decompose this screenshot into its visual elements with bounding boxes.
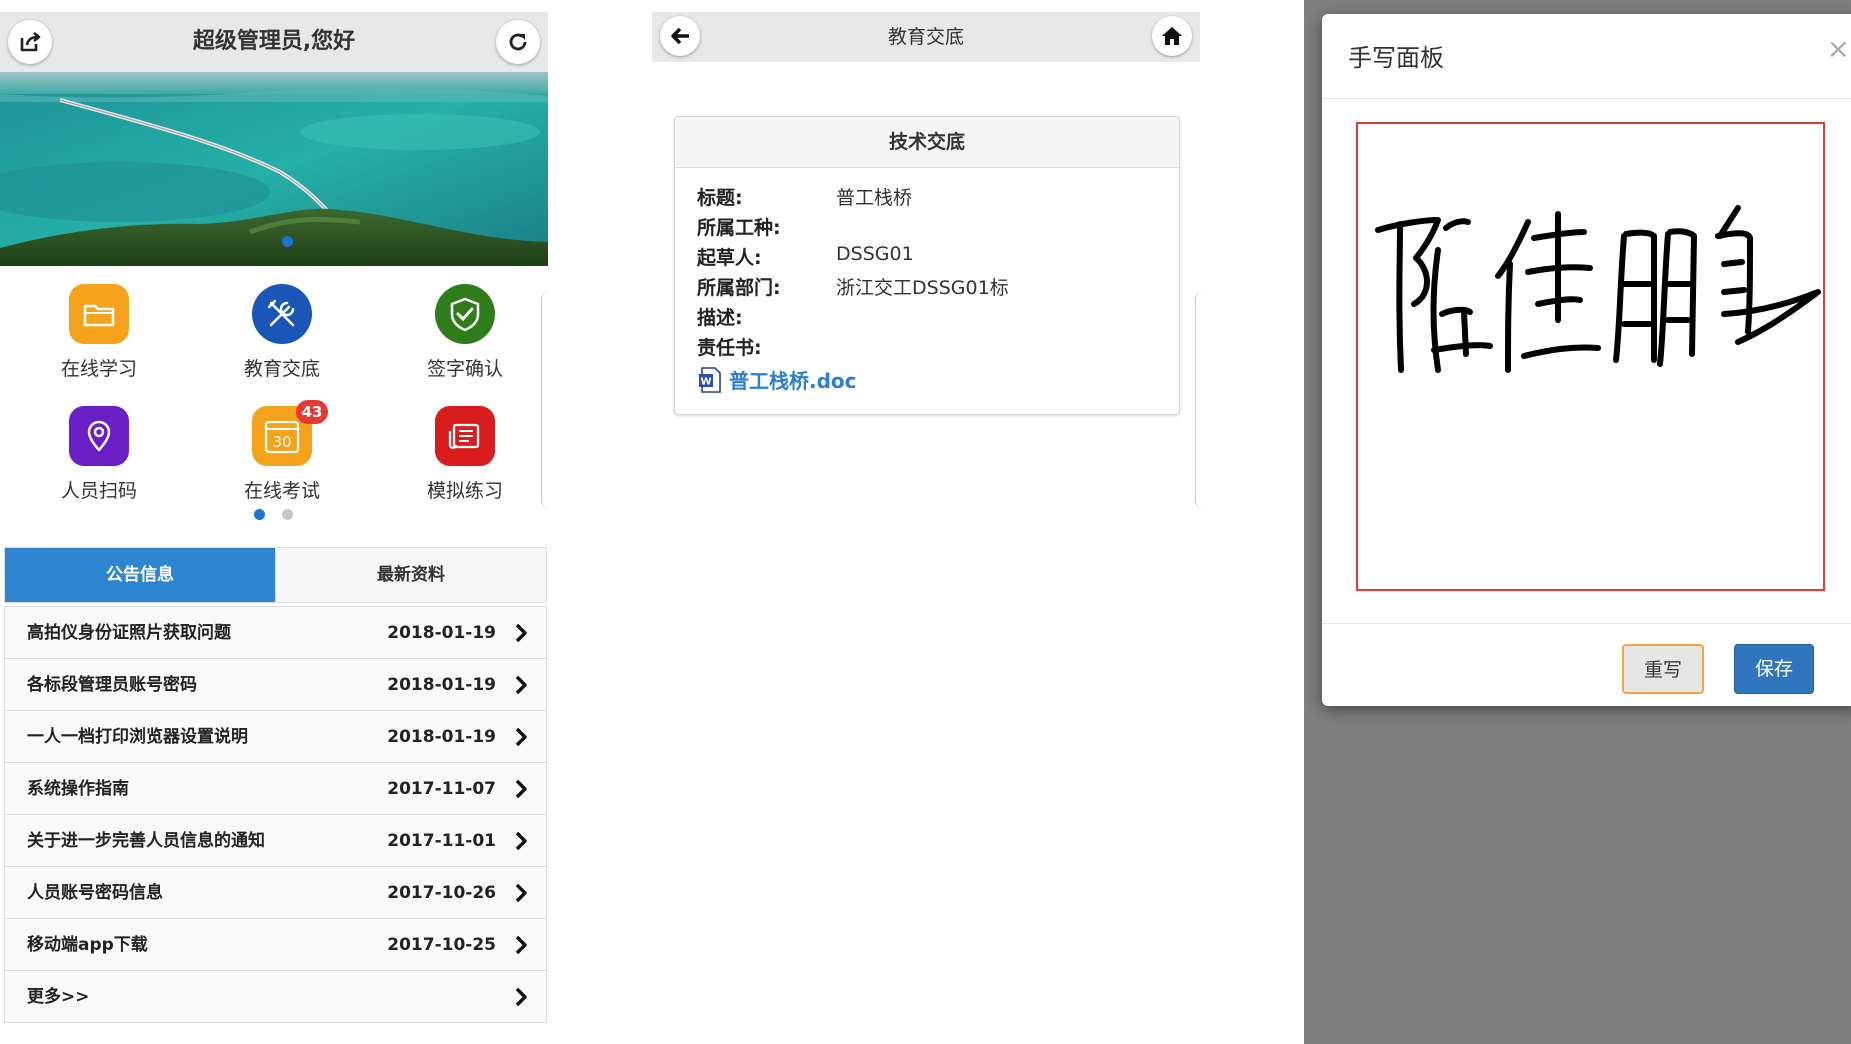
close-button[interactable]: × (1827, 32, 1850, 65)
notice-title: 移动端app下载 (27, 935, 148, 955)
field-key: 所属部门: (697, 277, 781, 299)
tools-icon (252, 284, 312, 344)
field-value: DSSG01 (836, 243, 914, 265)
news-icon (435, 406, 495, 466)
notice-row[interactable]: 各标段管理员账号密码 2018-01-19 (4, 659, 547, 711)
grid-item-label: 签字确认 (426, 358, 503, 380)
grid-item-label: 模拟练习 (426, 480, 503, 502)
refresh-icon (509, 33, 527, 51)
grid-page-dot[interactable] (282, 509, 293, 520)
notice-row[interactable]: 关于进一步完善人员信息的通知 2017-11-01 (4, 815, 547, 867)
notice-title: 更多>> (27, 987, 90, 1007)
notice-title: 关于进一步完善人员信息的通知 (27, 831, 265, 851)
chevron-right-icon (515, 675, 527, 695)
grid-item-label: 人员扫码 (60, 480, 137, 502)
card-title: 技术交底 (675, 117, 1179, 168)
notice-row[interactable]: 人员账号密码信息 2017-10-26 (4, 867, 547, 919)
refresh-button[interactable] (496, 20, 540, 64)
modal-header: 手写面板 × (1322, 14, 1851, 99)
handwriting-modal: 手写面板 × 重写 保存 (1322, 14, 1851, 706)
notice-date: 2017-11-01 (387, 831, 496, 851)
home-header: 超级管理员,您好 (0, 12, 548, 72)
grid-item-education[interactable]: 教育交底 (207, 284, 357, 381)
detail-header: 教育交底 (652, 12, 1200, 62)
home-icon (1162, 27, 1182, 45)
detail-header-title: 教育交底 (887, 26, 964, 48)
grid-item-label: 教育交底 (243, 358, 320, 380)
share-icon (20, 31, 41, 52)
rewrite-button[interactable]: 重写 (1622, 644, 1704, 694)
grid-item-label: 在线考试 (243, 480, 320, 502)
handwritten-signature (1375, 205, 1821, 373)
notice-date: 2018-01-19 (387, 727, 496, 747)
shield-check-icon (435, 284, 495, 344)
home-screen: 超级管理员,您好 在线学习 教育交底 签字确认 人员扫码 30 43 在线考试 … (0, 0, 548, 1044)
signature-screen: 手写面板 × 重写 保存 (1304, 0, 1851, 1044)
next-page-edge (1195, 290, 1208, 510)
chevron-right-icon (515, 831, 527, 851)
calendar-icon: 30 43 (252, 400, 328, 466)
field-value: 普工栈桥 (836, 187, 913, 209)
notice-title: 高拍仪身份证照片获取问题 (27, 623, 231, 643)
field-key: 标题: (697, 187, 743, 209)
modal-footer-divider (1322, 623, 1851, 624)
notice-row[interactable]: 系统操作指南 2017-11-07 (4, 763, 547, 815)
notice-row[interactable]: 一人一档打印浏览器设置说明 2018-01-19 (4, 711, 547, 763)
notice-date: 2018-01-19 (387, 623, 496, 643)
location-pin-icon (69, 406, 129, 466)
banner-carousel[interactable] (0, 72, 548, 266)
tab-announcements[interactable]: 公告信息 (5, 548, 275, 602)
chevron-right-icon (515, 883, 527, 903)
word-doc-icon: W (699, 366, 721, 393)
banner-image (0, 72, 548, 266)
folder-icon (69, 284, 129, 344)
notice-date: 2017-10-26 (387, 883, 496, 903)
field-key: 起草人: (697, 247, 762, 269)
field-key: 责任书: (697, 337, 762, 359)
share-button[interactable] (8, 20, 52, 64)
grid-item-online-learning[interactable]: 在线学习 (24, 284, 174, 381)
field-key: 描述: (697, 307, 743, 329)
notice-tabs: 公告信息 最新资料 (4, 547, 547, 603)
attachment-filename[interactable]: 普工栈桥.doc (729, 365, 857, 394)
svg-text:W: W (700, 376, 711, 387)
signature-pad[interactable] (1356, 122, 1825, 591)
grid-item-sign-confirm[interactable]: 签字确认 (390, 284, 540, 381)
grid-item-online-exam[interactable]: 30 43 在线考试 (207, 400, 357, 503)
field-value: 浙江交工DSSG01标 (836, 277, 1009, 299)
detail-screen: 教育交底 技术交底 标题: 普工栈桥 所属工种: 起草人: DSSG01 所属部门:… (652, 0, 1200, 1044)
home-button[interactable] (1152, 16, 1192, 56)
banner-page-dot-active[interactable] (282, 236, 293, 247)
notice-list: 高拍仪身份证照片获取问题 2018-01-19 各标段管理员账号密码 2018-01-… (4, 606, 547, 1023)
notice-title: 系统操作指南 (27, 779, 129, 799)
notice-date: 2017-11-07 (387, 779, 496, 799)
notice-row[interactable]: 移动端app下载 2017-10-25 (4, 919, 547, 971)
briefing-card: 技术交底 标题: 普工栈桥 所属工种: 起草人: DSSG01 所属部门: 浙江交工D… (674, 116, 1180, 415)
grid-page-dot-active[interactable] (254, 509, 265, 520)
save-button[interactable]: 保存 (1734, 644, 1814, 694)
home-header-title: 超级管理员,您好 (192, 29, 356, 54)
chevron-right-icon (515, 727, 527, 747)
notice-title: 人员账号密码信息 (27, 883, 163, 903)
notice-row[interactable]: 高拍仪身份证照片获取问题 2018-01-19 (4, 606, 547, 659)
svg-text:30: 30 (272, 433, 291, 451)
chevron-right-icon (515, 779, 527, 799)
tab-latest-materials[interactable]: 最新资料 (275, 548, 546, 602)
attachment-link[interactable]: W 普工栈桥.doc (697, 365, 857, 394)
grid-item-scan[interactable]: 人员扫码 (24, 406, 174, 503)
next-page-edge (541, 290, 554, 510)
chevron-right-icon (515, 987, 527, 1007)
grid-item-practice[interactable]: 模拟练习 (390, 406, 540, 503)
notice-title: 各标段管理员账号密码 (27, 675, 197, 695)
notice-date: 2018-01-19 (387, 675, 496, 695)
notice-row[interactable]: 更多>> (4, 971, 547, 1023)
chevron-right-icon (515, 935, 527, 955)
exam-count-badge: 43 (296, 400, 328, 424)
notice-title: 一人一档打印浏览器设置说明 (27, 727, 248, 747)
modal-title: 手写面板 (1348, 44, 1444, 72)
grid-item-label: 在线学习 (60, 358, 137, 380)
field-key: 所属工种: (697, 217, 781, 239)
chevron-right-icon (515, 623, 527, 643)
notice-date: 2017-10-25 (387, 935, 496, 955)
